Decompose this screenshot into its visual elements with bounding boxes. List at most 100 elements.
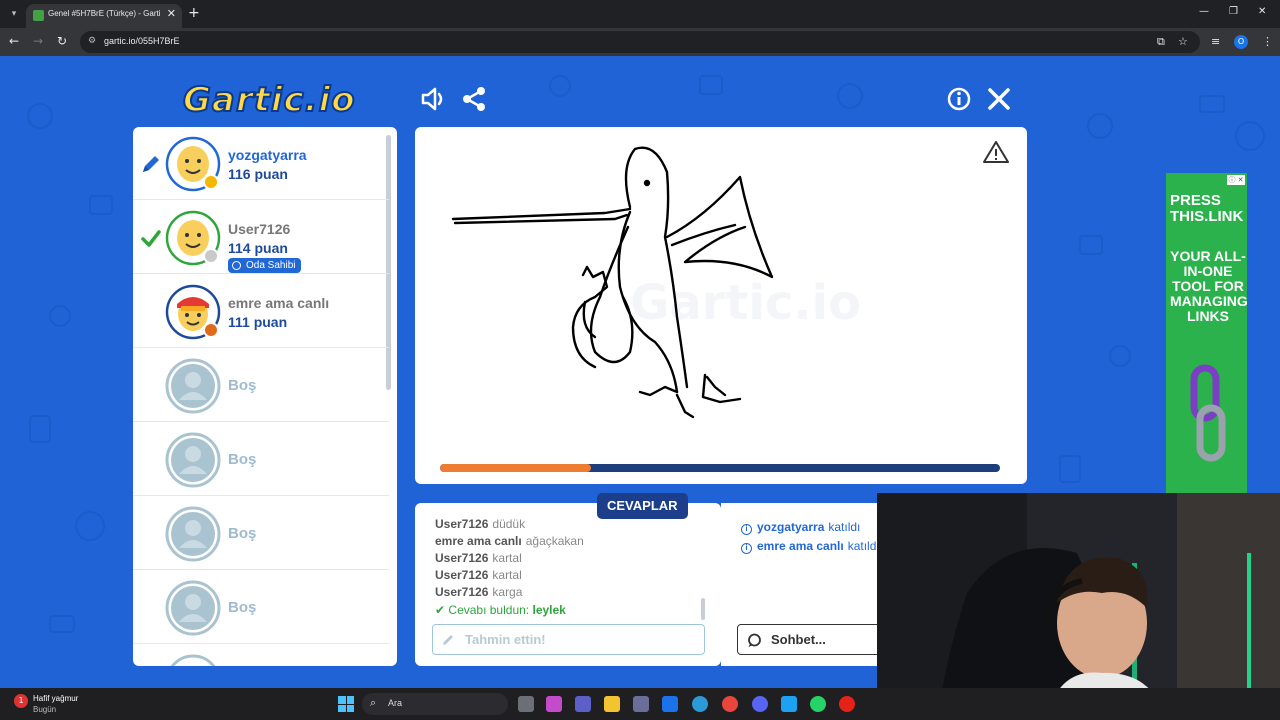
reload-icon[interactable]: ↻: [57, 34, 67, 48]
youtube-icon[interactable]: [839, 696, 855, 712]
answer-line: User7126 kartal: [435, 568, 522, 582]
player-name: User7126: [228, 221, 291, 237]
drawing-canvas[interactable]: Gartic.io: [415, 127, 1027, 484]
player-name: yozgatyarra: [228, 147, 307, 163]
task-view-icon[interactable]: [518, 696, 534, 712]
players-panel: yozgatyarra 116 puan User7126 114 puan O…: [133, 127, 397, 666]
forward-icon[interactable]: →: [33, 34, 43, 48]
minimize-icon[interactable]: —: [1199, 6, 1209, 17]
avatar: [165, 210, 221, 266]
player-name: emre ama canlı: [228, 295, 330, 311]
back-icon[interactable]: ←: [9, 34, 19, 48]
empty-avatar-icon: [165, 432, 221, 488]
window-close-icon[interactable]: ✕: [1258, 6, 1266, 17]
stork-drawing: [451, 146, 774, 419]
advertisement-banner[interactable]: ⓘ ✕ PRESS THIS.LINK YOUR ALL-IN-ONE TOOL…: [1166, 173, 1247, 493]
windows-taskbar: 1 Hafif yağmur Bugün ⌕ Ara: [0, 688, 1280, 720]
empty-slot: Boş: [133, 571, 389, 644]
weather-badge-icon: 1: [14, 694, 28, 708]
empty-slot: Boş: [133, 497, 389, 570]
answers-scrollbar[interactable]: [701, 598, 705, 620]
browser-tab-bar: ▾ Genel #5H7BrE (Türkçe) - Gartic ✕ + — …: [0, 0, 1280, 28]
player-row: User7126 114 puan Oda Sahibi: [133, 201, 389, 274]
guess-input[interactable]: Tahmin ettin!: [432, 624, 705, 655]
sound-icon[interactable]: [418, 84, 448, 114]
install-icon[interactable]: ⧉: [1157, 35, 1165, 49]
info-icon: i: [741, 543, 752, 554]
empty-avatar-icon: [170, 654, 216, 666]
empty-slot-label: Boş: [228, 451, 257, 468]
tab-close-icon[interactable]: ✕: [167, 7, 176, 20]
round-timer-fill: [440, 464, 592, 472]
ad-text: YOUR ALL-IN-ONE TOOL FOR MANAGING LINKS: [1170, 248, 1247, 324]
weather-subtitle: Bugün: [33, 705, 57, 714]
check-icon: [141, 230, 161, 247]
windows-start-icon[interactable]: [338, 696, 354, 712]
empty-slot-label: Boş: [228, 525, 257, 542]
share-icon[interactable]: [459, 84, 489, 114]
info-icon[interactable]: [944, 84, 974, 114]
answer-line: User7126 kartal: [435, 551, 522, 565]
restore-icon[interactable]: ❐: [1229, 6, 1238, 17]
new-tab-icon[interactable]: +: [188, 5, 200, 21]
bookmark-icon[interactable]: ☆: [1178, 35, 1188, 48]
empty-avatar-icon: [165, 580, 221, 636]
chrome-icon[interactable]: [722, 696, 738, 712]
check-icon: ✔: [435, 603, 446, 617]
menu-icon[interactable]: ⋮: [1262, 35, 1273, 48]
search-label: Ara: [388, 698, 403, 708]
ad-headline: PRESS THIS.LINK: [1170, 192, 1244, 225]
answers-tab[interactable]: CEVAPLAR: [597, 493, 688, 519]
chat-line: i emre ama canlı katıldı: [741, 539, 880, 554]
chat-bubble-icon: [748, 633, 761, 647]
info-icon: i: [741, 524, 752, 535]
url-text: gartic.io/055H7BrE: [104, 36, 180, 46]
answer-line: User7126 karga: [435, 585, 523, 599]
chat-input[interactable]: Sohbet...: [737, 624, 897, 655]
answer-line: emre ama canlı ağaçkakan: [435, 534, 584, 548]
teams-icon[interactable]: [575, 696, 591, 712]
address-bar: ← → ↻ ⚙ gartic.io/055H7BrE ⧉ ☆ ≡ ⋮: [0, 28, 1280, 56]
answers-panel: User7126 düdük emre ama canlı ağaçkakan Us…: [415, 503, 721, 666]
chat-panel: i yozgatyarra katıldı i emre ama canlı katıl…: [721, 503, 897, 666]
url-field[interactable]: ⚙ gartic.io/055H7BrE: [80, 31, 1200, 53]
discord-icon[interactable]: [752, 696, 768, 712]
webcam-overlay: [877, 493, 1280, 720]
answer-line: User7126 düdük: [435, 517, 526, 531]
player-row: emre ama canlı 111 puan: [133, 275, 389, 348]
search-icon: ⌕: [370, 696, 377, 709]
media-icon[interactable]: ≡: [1211, 35, 1220, 48]
player-points: 111 puan: [228, 314, 288, 330]
edge-icon[interactable]: [692, 696, 708, 712]
taskbar-search[interactable]: ⌕ Ara: [362, 693, 508, 715]
file-explorer-icon[interactable]: [604, 696, 620, 712]
tab-title: Genel #5H7BrE (Türkçe) - Gartic: [48, 9, 160, 18]
whatsapp-icon[interactable]: [810, 696, 826, 712]
mail-icon[interactable]: [662, 696, 678, 712]
empty-avatar-icon: [165, 506, 221, 562]
player-row: yozgatyarra 116 puan: [133, 127, 389, 200]
chat-line: i yozgatyarra katıldı: [741, 520, 860, 535]
empty-avatar-icon: [165, 358, 221, 414]
twitter-icon[interactable]: [781, 696, 797, 712]
favicon-icon: [33, 10, 44, 21]
profile-avatar[interactable]: O: [1234, 35, 1248, 49]
ad-close-icon[interactable]: ⓘ ✕: [1227, 175, 1245, 185]
round-timer-bar: [440, 464, 1000, 472]
correct-answer-line: ✔ Cevabı buldun: leylek: [435, 603, 566, 617]
site-info-icon[interactable]: ⚙: [88, 36, 96, 46]
weather-title: Hafif yağmur: [33, 694, 79, 703]
copilot-icon[interactable]: [546, 696, 562, 712]
guess-placeholder: Tahmin ettin!: [465, 632, 546, 647]
store-icon[interactable]: [633, 696, 649, 712]
gartic-logo[interactable]: Gartic.io: [182, 79, 356, 121]
webcam-video-frame: [877, 493, 1280, 720]
avatar: [165, 136, 221, 192]
tab-search-icon[interactable]: ▾: [6, 6, 22, 22]
report-warning-icon[interactable]: [983, 140, 1009, 164]
chat-placeholder: Sohbet...: [771, 632, 826, 647]
close-icon[interactable]: [984, 84, 1014, 114]
empty-slot: [133, 645, 389, 666]
browser-tab[interactable]: Genel #5H7BrE (Türkçe) - Gartic ✕: [26, 4, 182, 28]
player-points: 114 puan: [228, 240, 288, 256]
